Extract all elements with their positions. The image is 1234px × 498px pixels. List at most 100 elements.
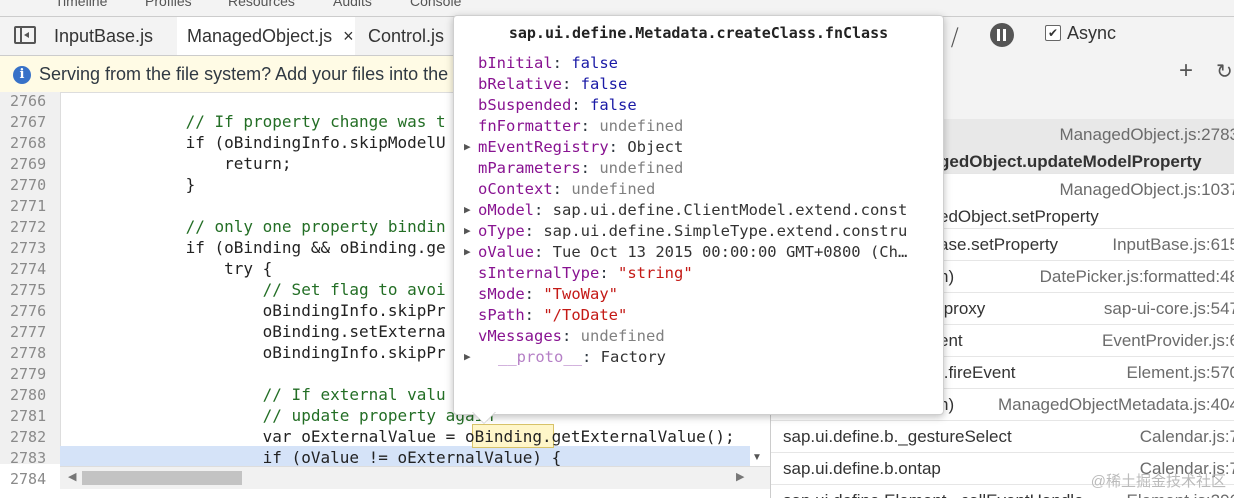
popover-property-row[interactable]: ▶ mEventRegistry: Object [464, 138, 683, 156]
expand-triangle-icon[interactable]: ▶ [464, 224, 471, 237]
property-key: mParameters [478, 159, 581, 177]
property-value: false [590, 96, 637, 114]
code-line: if (oBinding && oBinding.ge [70, 238, 446, 257]
call-frame-location[interactable]: InputBase.js:615 [1112, 235, 1234, 255]
property-value: undefined [571, 180, 656, 198]
popover-property-row[interactable]: ▶ oModel: sap.ui.define.ClientModel.exten… [464, 201, 908, 219]
call-frame-function: sap.ui.define.b._gestureSelect [783, 427, 1012, 446]
property-value: Factory [600, 348, 666, 366]
property-separator: : [582, 348, 601, 366]
panel-audits[interactable]: Audits [333, 0, 372, 9]
code-line: oBinding.setExterna [70, 322, 446, 341]
property-separator: : [562, 75, 581, 93]
scroll-left-icon[interactable]: ◀ [68, 470, 76, 483]
popover-property-row: mParameters: undefined [478, 159, 683, 177]
scroll-right-icon[interactable]: ▶ [736, 470, 744, 483]
sidebar-toggle-icon[interactable] [14, 26, 36, 44]
code-line: if (oValue != oExternalValue) { [70, 448, 562, 467]
call-frame-function: t.fireEvent [939, 363, 1016, 382]
code-line: return; [70, 154, 292, 173]
panel-resources[interactable]: Resources [228, 0, 295, 9]
code-line: oBindingInfo.skipPr [70, 343, 446, 362]
popover-property-row[interactable]: ▶ __proto__: Factory [464, 348, 666, 366]
property-value: "string" [618, 264, 693, 282]
code-line: // update property again [70, 406, 494, 425]
infobar-text: Serving from the file system? Add your f… [39, 64, 449, 84]
call-frame-function: sap.ui.define.Element._callEventHandle [783, 491, 1084, 498]
call-frame-location[interactable]: Element.js:570 [1127, 363, 1234, 383]
property-separator: : [580, 117, 600, 135]
panel-timeline[interactable]: Timeline [55, 0, 107, 9]
call-frame-location[interactable]: ManagedObject.js:2783 [1059, 125, 1234, 145]
property-separator: : [534, 243, 553, 261]
line-number[interactable]: 2784 [10, 470, 46, 488]
property-separator: : [534, 201, 553, 219]
expand-triangle-icon[interactable]: ▶ [464, 350, 471, 363]
call-frame-location[interactable]: ManagedObjectMetadata.js:404 [998, 395, 1234, 415]
call-frame-function: ase.setProperty [939, 235, 1059, 254]
popover-property-row[interactable]: ▶ oType: sap.ui.define.SimpleType.extend.… [464, 222, 907, 240]
code-line: oBindingInfo.skipPr [70, 301, 446, 320]
property-separator: : [608, 138, 628, 156]
property-value: undefined [580, 327, 665, 345]
property-separator: : [524, 306, 544, 324]
property-value: false [571, 54, 618, 72]
popover-property-row: fnFormatter: undefined [478, 117, 683, 135]
popover-property-row: sMode: "TwoWay" [478, 285, 618, 303]
add-watch-icon[interactable]: + [1179, 57, 1193, 85]
close-icon[interactable]: × [343, 26, 354, 46]
popover-pointer [472, 411, 496, 423]
scroll-down-icon[interactable]: ▼ [752, 452, 762, 463]
horizontal-scrollbar[interactable]: ◀ ▶ [60, 466, 770, 489]
popover-property-row: oContext: undefined [478, 180, 655, 198]
call-frame[interactable]: sap.ui.define.b._gestureSelect Calendar.j… [771, 421, 1234, 453]
property-key: bRelative [478, 75, 562, 93]
property-value: "TwoWay" [543, 285, 618, 303]
tab-control[interactable]: Control.js [368, 17, 444, 55]
popover-property-row: sPath: "/ToDate" [478, 306, 627, 324]
pause-on-exceptions-icon[interactable] [990, 23, 1014, 47]
call-frame-location[interactable]: ManagedObject.js:1037 [1059, 180, 1234, 200]
property-key: sInternalType [478, 264, 600, 282]
tab-inputbase[interactable]: InputBase.js [54, 17, 153, 55]
property-key: vMessages [478, 327, 562, 345]
property-key: bInitial [478, 54, 553, 72]
code-line: if (oBindingInfo.skipModelU [70, 133, 446, 152]
call-frame-location[interactable]: Calendar.js:7 [1140, 427, 1234, 447]
property-separator: : [580, 159, 600, 177]
scrollbar-thumb[interactable] [82, 471, 242, 485]
property-key: sMode [478, 285, 525, 303]
info-icon: i [13, 66, 31, 84]
expand-triangle-icon[interactable]: ▶ [464, 140, 471, 153]
property-value: sap.ui.define.ClientModel.extend.const [552, 201, 908, 219]
call-frame-location[interactable]: EventProvider.js:6 [1102, 331, 1234, 351]
code-line: // If external valu [70, 385, 446, 404]
property-key: bSuspended [478, 96, 572, 114]
popover-property-row: sInternalType: "string" [478, 264, 693, 282]
popover-property-row: bSuspended: false [478, 96, 637, 114]
code-line: // only one property bindin [70, 217, 446, 236]
property-separator: : [599, 264, 618, 282]
call-frame-location[interactable]: DatePicker.js:formatted:48 [1040, 267, 1234, 287]
popover-property-row: bInitial: false [478, 54, 618, 72]
property-separator: : [571, 96, 590, 114]
async-checkbox[interactable]: ✔ [1045, 25, 1061, 41]
call-frame-location[interactable]: sap-ui-core.js:547 [1104, 299, 1234, 319]
deactivate-breakpoints-icon[interactable]: ⧸ [951, 25, 958, 51]
tab-managedobject[interactable]: ManagedObject.js × [177, 17, 355, 55]
popover-property-row[interactable]: ▶ oValue: Tue Oct 13 2015 00:00:00 GMT+08… [464, 243, 907, 261]
expand-triangle-icon[interactable]: ▶ [464, 203, 471, 216]
property-key: oValue [478, 243, 534, 261]
property-key: oModel [478, 201, 534, 219]
code-line: try { [70, 259, 273, 278]
panel-console[interactable]: Console [410, 0, 461, 9]
popover-property-row: vMessages: undefined [478, 327, 665, 345]
property-separator: : [552, 54, 572, 72]
call-frame-location[interactable]: Element.js:296 [1127, 491, 1234, 498]
popover-title: sap.ui.define.Metadata.createClass.fnCla… [508, 24, 889, 42]
panel-profiles[interactable]: Profiles [145, 0, 192, 9]
property-value: "/ToDate" [543, 306, 628, 324]
expand-triangle-icon[interactable]: ▶ [464, 245, 471, 258]
code-line: // Set flag to avoi [70, 280, 446, 299]
refresh-icon[interactable]: ↻ [1216, 59, 1233, 84]
